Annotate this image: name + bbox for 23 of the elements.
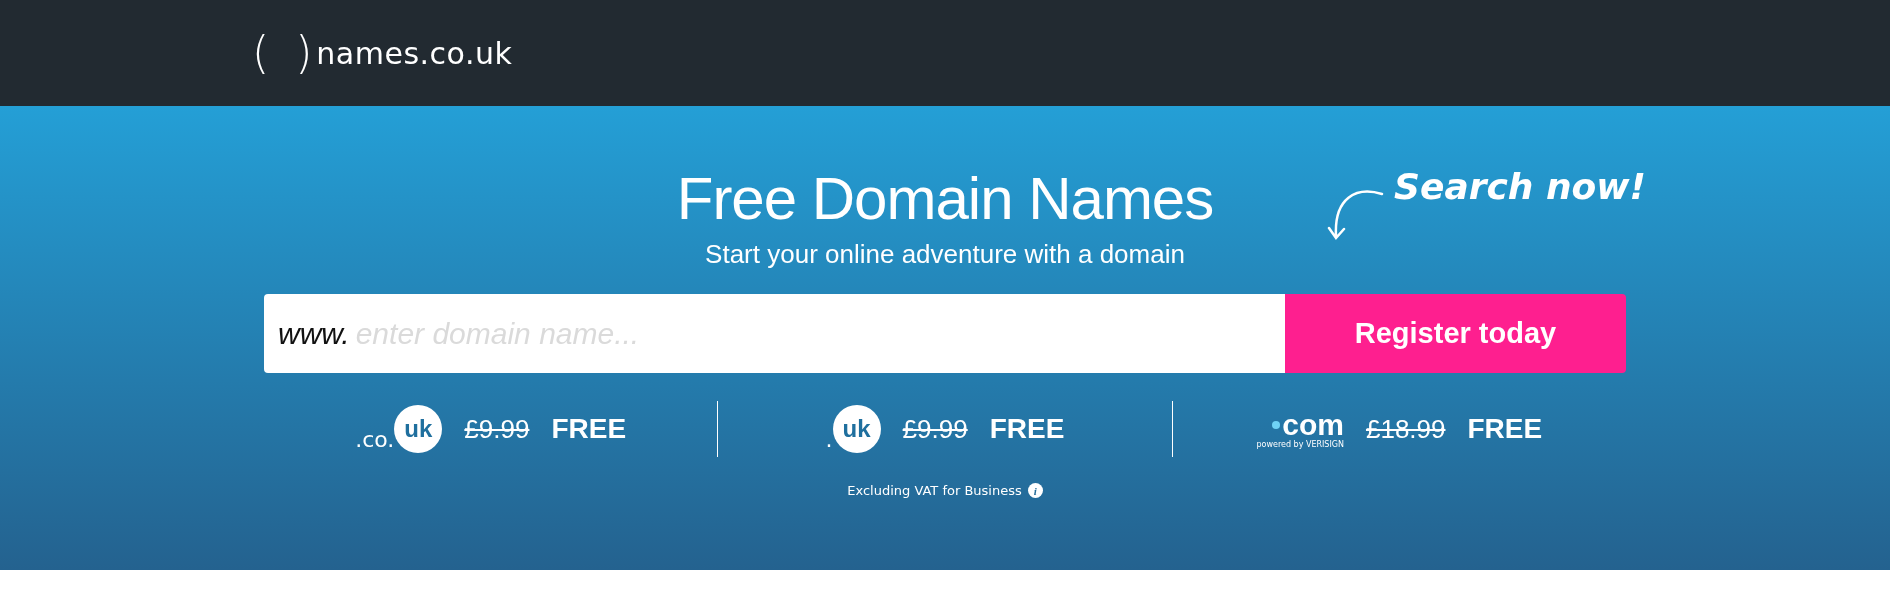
logo-bracket: ( [252,31,270,75]
old-price: £18.99 [1365,413,1446,445]
register-button[interactable]: Register today [1285,294,1626,373]
hero-subtitle: Start your online adventure with a domain [705,239,1185,270]
price-text: FREE [1467,413,1543,445]
vat-note: Excluding VAT for Business [847,483,1022,498]
extension-badge: uk [832,405,881,453]
info-icon[interactable]: i [1027,483,1043,498]
old-price: £9.99 [464,413,530,445]
tagline: powered by VERISIGN [1256,439,1344,449]
hero-title: Free Domain Names [676,164,1214,233]
domain-extension-text: com [1282,409,1344,440]
price-text: FREE [989,413,1065,445]
callout-text: Search now! [1394,166,1646,207]
dot-icon [1272,420,1281,429]
www-prefix: www. [278,316,350,351]
old-price: £9.99 [902,413,968,445]
logo-text: names.co.uk [316,35,513,71]
logo-bracket: ) [295,31,313,75]
price-text: FREE [551,413,627,445]
extension-badge: uk [394,405,443,453]
domain-extension-text: .co. [355,429,395,451]
domain-extension-text: . [825,429,833,451]
